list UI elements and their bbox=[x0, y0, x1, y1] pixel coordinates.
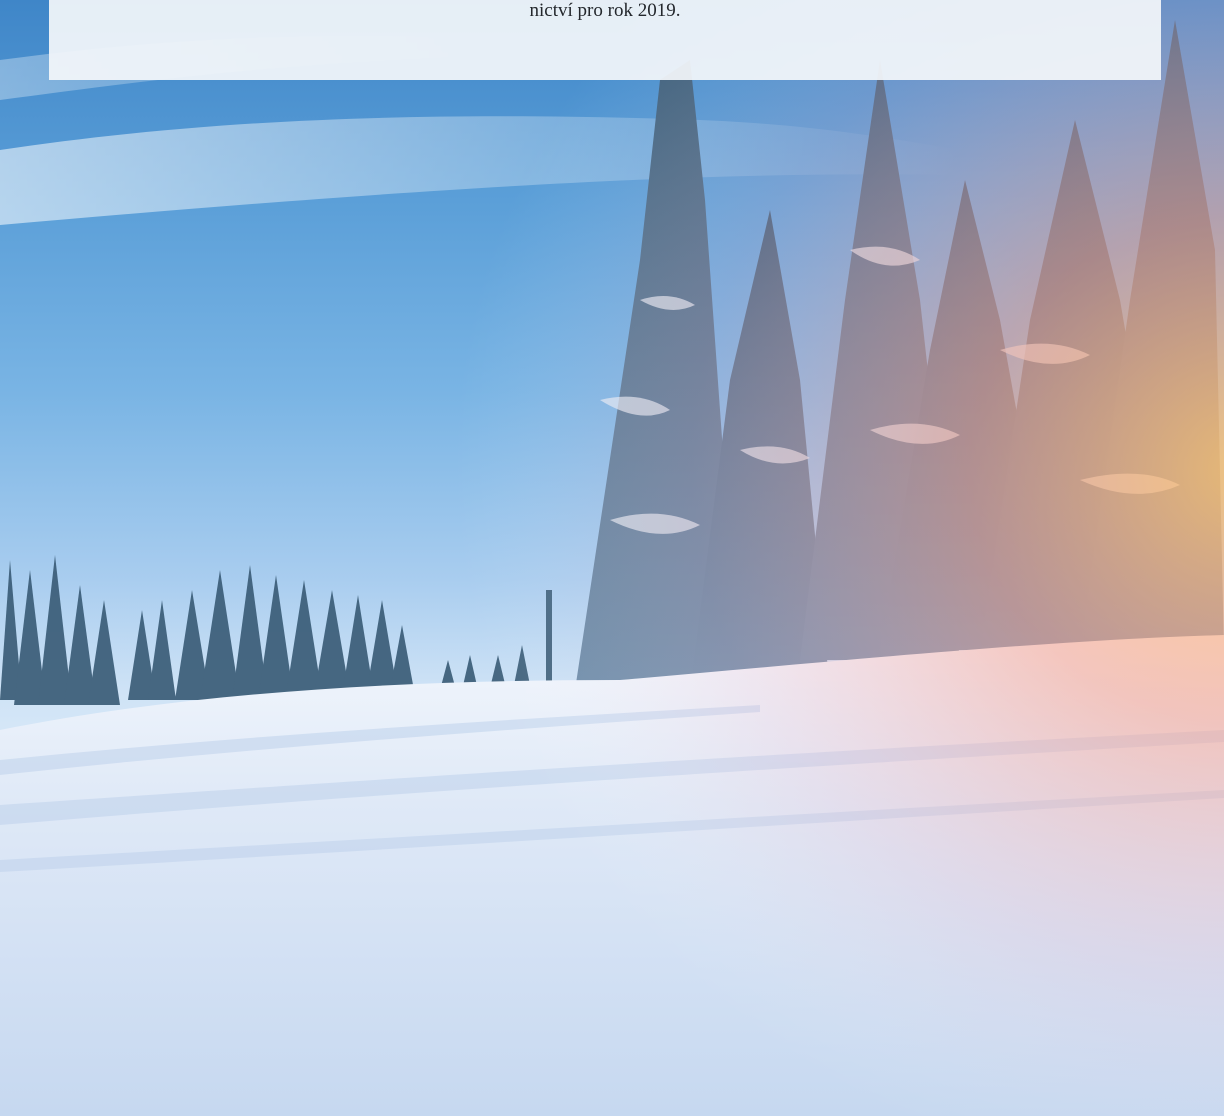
body-text-fragment: nictví pro rok 2019. bbox=[529, 0, 681, 21]
landscape-illustration bbox=[0, 0, 1224, 1116]
winter-landscape-photo bbox=[0, 0, 1224, 1116]
text-panel: nictví pro rok 2019. bbox=[49, 0, 1161, 80]
